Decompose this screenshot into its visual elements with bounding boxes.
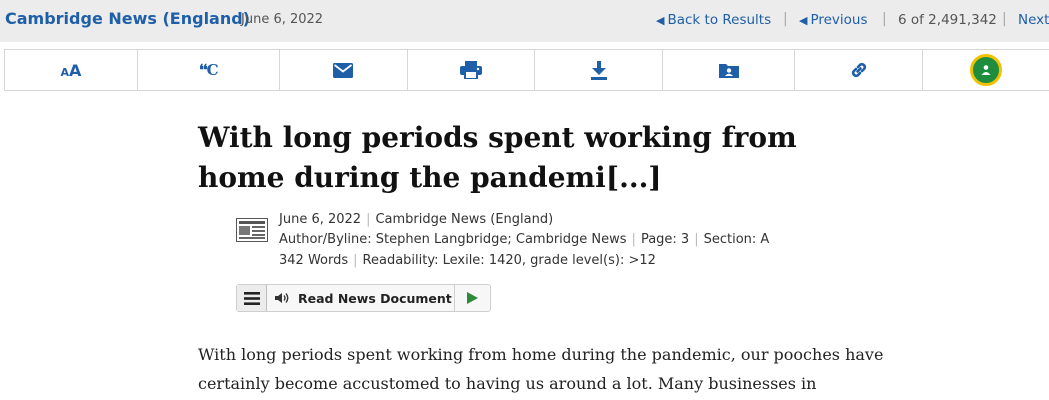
article-meta-line-2: Author/Byline: Stephen Langbridge; Cambr… bbox=[279, 232, 769, 247]
source-date: June 6, 2022 bbox=[241, 12, 324, 27]
meta-separator: | bbox=[631, 232, 636, 247]
save-folder-icon bbox=[718, 64, 739, 78]
meta-separator: | bbox=[353, 253, 358, 268]
next-link[interactable]: Next bbox=[1018, 12, 1049, 28]
article-byline: Author/Byline: Stephen Langbridge; Cambr… bbox=[279, 232, 627, 247]
back-to-results-link[interactable]: ◀ Back to Results bbox=[656, 12, 771, 28]
cite-icon: ❛❛C bbox=[199, 61, 219, 79]
save-to-folder-button[interactable] bbox=[663, 50, 796, 90]
nav-separator: | bbox=[1002, 11, 1007, 27]
article-date: June 6, 2022 bbox=[279, 212, 362, 227]
google-classroom-icon bbox=[970, 54, 1003, 86]
source-title[interactable]: Cambridge News (England) bbox=[5, 9, 250, 28]
meta-separator: | bbox=[694, 232, 699, 247]
link-icon bbox=[851, 62, 866, 78]
print-button[interactable] bbox=[408, 50, 536, 90]
document-toolbar: AA ❛❛C bbox=[4, 49, 1049, 91]
newspaper-icon bbox=[236, 218, 268, 242]
nav-separator: | bbox=[783, 11, 788, 27]
play-button[interactable] bbox=[454, 285, 490, 311]
article-source: Cambridge News (England) bbox=[375, 212, 554, 227]
download-icon bbox=[590, 60, 607, 80]
font-size-icon: AA bbox=[60, 60, 82, 80]
article-word-count: 342 Words bbox=[279, 253, 349, 268]
back-to-results-label: Back to Results bbox=[667, 12, 772, 28]
previous-label: Previous bbox=[810, 12, 868, 28]
article-meta-line-3: 342 Words | Readability: Lexile: 1420, gra… bbox=[279, 253, 656, 268]
cite-button[interactable]: ❛❛C bbox=[138, 50, 280, 90]
article-meta-line-1: June 6, 2022 | Cambridge News (England) bbox=[279, 212, 553, 227]
font-size-button[interactable]: AA bbox=[5, 50, 138, 90]
email-icon bbox=[333, 62, 354, 78]
previous-link[interactable]: ◀ Previous bbox=[799, 12, 868, 28]
article-readability: Readability: Lexile: 1420, grade level(s… bbox=[362, 253, 656, 268]
google-classroom-button[interactable] bbox=[923, 50, 1049, 90]
hamburger-menu-icon bbox=[243, 291, 260, 305]
speaker-icon bbox=[275, 293, 289, 303]
article-page: Page: 3 bbox=[640, 232, 690, 247]
caret-left-icon: ◀ bbox=[656, 14, 665, 27]
result-position: 6 of 2,491,342 bbox=[898, 12, 997, 28]
document-header-bar: Cambridge News (England) June 6, 2022 ◀ B… bbox=[0, 0, 1049, 42]
reader-menu-button[interactable] bbox=[237, 285, 267, 311]
article-body: With long periods spent working from hom… bbox=[198, 345, 884, 393]
link-button[interactable] bbox=[795, 50, 924, 90]
article-section: Section: A bbox=[703, 232, 770, 247]
email-button[interactable] bbox=[280, 50, 408, 90]
caret-left-icon: ◀ bbox=[799, 14, 808, 27]
play-icon bbox=[467, 292, 478, 304]
read-aloud-player: Read News Document bbox=[236, 284, 491, 312]
nav-separator: | bbox=[882, 11, 887, 27]
print-icon bbox=[460, 61, 483, 79]
read-document-button[interactable]: Read News Document bbox=[267, 285, 454, 311]
download-button[interactable] bbox=[535, 50, 664, 90]
read-document-label: Read News Document bbox=[298, 290, 452, 306]
article-title: With long periods spent working from hom… bbox=[198, 121, 797, 194]
meta-separator: | bbox=[366, 212, 371, 227]
